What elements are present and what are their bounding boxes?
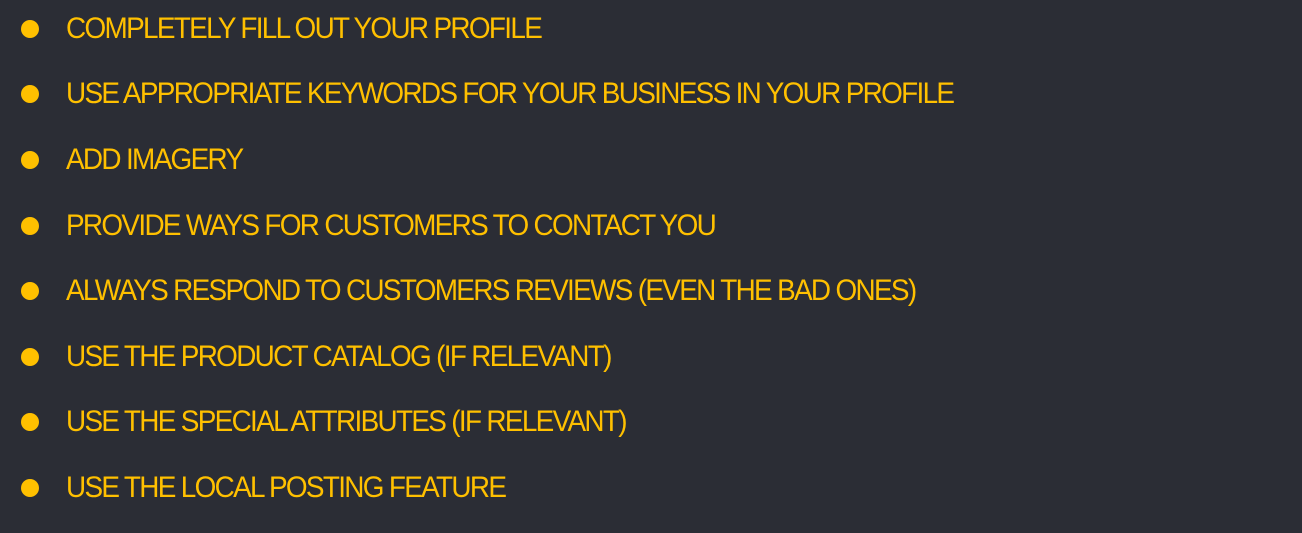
bullet-dot-icon <box>21 151 39 169</box>
slide: COMPLETELY FILL OUT YOUR PROFILE USE APP… <box>0 0 1302 533</box>
bullet-text: ALWAYS RESPOND TO CUSTOMERS REVIEWS (EVE… <box>66 274 917 307</box>
list-item: USE APPROPRIATE KEYWORDS FOR YOUR BUSINE… <box>0 65 1302 123</box>
bullet-dot-icon <box>21 282 39 300</box>
bullet-dot-icon <box>21 348 39 366</box>
bullet-text: COMPLETELY FILL OUT YOUR PROFILE <box>66 12 543 45</box>
bullet-dot-icon <box>21 20 39 38</box>
bullet-text: USE THE PRODUCT CATALOG (IF RELEVANT) <box>66 340 612 373</box>
bullet-dot-icon <box>21 85 39 103</box>
list-item: COMPLETELY FILL OUT YOUR PROFILE <box>0 0 1302 58</box>
bullet-text: ADD IMAGERY <box>66 143 244 176</box>
bullet-dot-icon <box>21 479 39 497</box>
bullet-text: PROVIDE WAYS FOR CUSTOMERS TO CONTACT YO… <box>66 209 717 242</box>
list-item: PROVIDE WAYS FOR CUSTOMERS TO CONTACT YO… <box>0 197 1302 255</box>
bullet-text: USE THE SPECIAL ATTRIBUTES (IF RELEVANT) <box>66 405 628 438</box>
bullet-dot-icon <box>21 217 39 235</box>
bullet-text: USE APPROPRIATE KEYWORDS FOR YOUR BUSINE… <box>66 77 955 110</box>
list-item: USE THE SPECIAL ATTRIBUTES (IF RELEVANT) <box>0 393 1302 451</box>
list-item: ADD IMAGERY <box>0 131 1302 189</box>
list-item: USE THE LOCAL POSTING FEATURE <box>0 459 1302 517</box>
list-item: ALWAYS RESPOND TO CUSTOMERS REVIEWS (EVE… <box>0 262 1302 320</box>
bullet-text: USE THE LOCAL POSTING FEATURE <box>66 471 507 504</box>
bullet-dot-icon <box>21 413 39 431</box>
list-item: USE THE PRODUCT CATALOG (IF RELEVANT) <box>0 328 1302 386</box>
